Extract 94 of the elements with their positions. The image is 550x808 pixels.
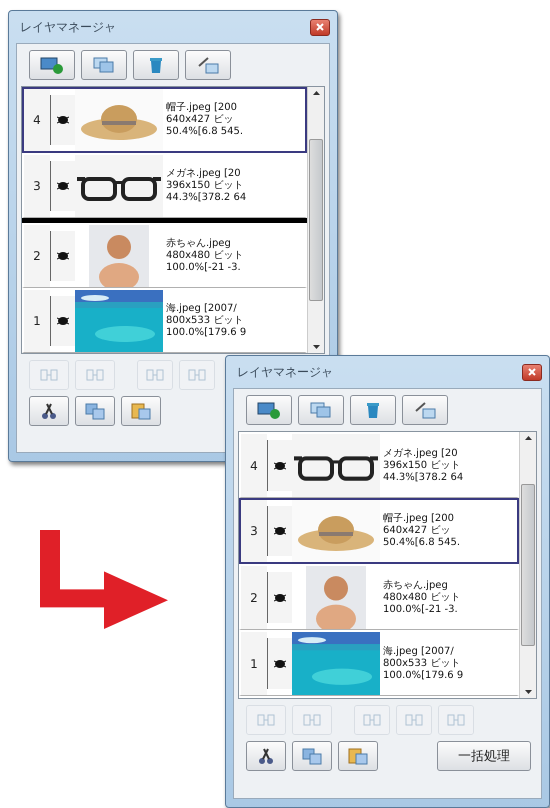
eye-icon[interactable] bbox=[274, 526, 286, 536]
layer-number: 2 bbox=[241, 566, 267, 629]
layer-edit-icon bbox=[187, 367, 207, 383]
toolbar-button[interactable] bbox=[29, 50, 75, 80]
duplicate-icon bbox=[309, 401, 333, 419]
layer-info: 100.0%[-21 -3. bbox=[166, 262, 242, 274]
layer-info: 100.0%[179.6 9 bbox=[166, 327, 246, 339]
eye-icon[interactable] bbox=[274, 460, 286, 470]
wand-icon bbox=[196, 56, 220, 74]
close-icon bbox=[528, 368, 536, 376]
layer-number: 1 bbox=[24, 290, 50, 352]
layer-file-name: 海.jpeg [2007/ bbox=[166, 303, 238, 315]
layer-info: 50.4%[6.8 545. bbox=[166, 126, 244, 138]
layer-size: 800x533 ビット bbox=[383, 658, 462, 670]
layer-info: 100.0%[179.6 9 bbox=[383, 670, 464, 682]
layer-number: 4 bbox=[241, 434, 267, 497]
scroll-down-icon[interactable] bbox=[312, 345, 320, 349]
layer-edit-icon bbox=[404, 712, 424, 728]
toolbar-button[interactable] bbox=[185, 50, 231, 80]
toolbar-button[interactable] bbox=[246, 395, 292, 425]
paste-icon bbox=[130, 402, 152, 420]
add-layer-icon bbox=[257, 401, 281, 419]
layer-file-name: 帽子.jpeg [200 bbox=[383, 513, 455, 525]
window-title: レイヤマネージャ bbox=[236, 364, 333, 380]
layer-edit-icon bbox=[145, 367, 165, 383]
layer-edit-icon bbox=[256, 712, 276, 728]
layer-edit-icon bbox=[446, 712, 466, 728]
layer-file-name: 海.jpeg [2007/ bbox=[383, 646, 455, 658]
layer-row[interactable]: 4 帽子.jpeg [200 640x427 ビッ 50.4%[6.8 545. bbox=[22, 87, 307, 153]
scroll-up-icon[interactable] bbox=[524, 436, 532, 440]
eye-icon[interactable] bbox=[274, 592, 286, 602]
scrollbar[interactable] bbox=[307, 87, 324, 353]
layer-info: 100.0%[-21 -3. bbox=[383, 604, 459, 616]
layer-number: 3 bbox=[241, 500, 267, 562]
layer-file-name: メガネ.jpeg [20 bbox=[383, 448, 459, 460]
clipboard-button[interactable] bbox=[292, 741, 332, 771]
scroll-up-icon[interactable] bbox=[312, 91, 320, 95]
layer-file-name: 赤ちゃん.jpeg bbox=[166, 238, 232, 250]
wand-icon bbox=[413, 401, 437, 419]
layer-info: 44.3%[378.2 64 bbox=[383, 472, 464, 484]
scrollbar[interactable] bbox=[519, 432, 536, 698]
eye-icon[interactable] bbox=[57, 181, 69, 192]
clipboard-button[interactable] bbox=[75, 396, 115, 426]
layer-row[interactable]: 3 帽子.jpeg [200 640x427 ビッ 50.4%[6.8 545. bbox=[239, 498, 519, 564]
layer-size: 800x533 ビット bbox=[166, 315, 244, 327]
layer-number: 1 bbox=[241, 632, 267, 695]
layer-edit-icon bbox=[302, 712, 322, 728]
eye-icon[interactable] bbox=[57, 250, 69, 261]
layer-number: 3 bbox=[24, 155, 50, 218]
layer-file-name: メガネ.jpeg [20 bbox=[166, 168, 242, 180]
duplicate-icon bbox=[92, 56, 116, 74]
layer-size: 640x427 ビッ bbox=[166, 114, 234, 126]
layer-number: 4 bbox=[24, 89, 50, 151]
layer-size: 396x150 ビット bbox=[166, 180, 244, 192]
layer-row[interactable]: 2 赤ちゃん.jpeg 480x480 ビット 100.0%[-21 -3. bbox=[239, 564, 519, 630]
scroll-thumb[interactable] bbox=[521, 484, 535, 646]
layer-row[interactable]: 2 赤ちゃん.jpeg 480x480 ビット 100.0%[-21 -3. bbox=[22, 222, 307, 288]
batch-process-button[interactable]: 一括処理 bbox=[437, 741, 531, 771]
eye-icon[interactable] bbox=[57, 316, 69, 326]
layer-row[interactable]: 3 メガネ.jpeg [20 396x150 ビット 44.3%[378.2 64 bbox=[22, 153, 307, 218]
layer-edit-icon bbox=[362, 712, 382, 728]
copy-icon bbox=[301, 747, 323, 765]
toolbar-button[interactable] bbox=[402, 395, 448, 425]
layer-number: 2 bbox=[24, 224, 50, 287]
clipboard-button[interactable] bbox=[246, 741, 286, 771]
layer-size: 396x150 ビット bbox=[383, 460, 462, 472]
paste-icon bbox=[347, 747, 369, 765]
eye-icon[interactable] bbox=[274, 658, 286, 668]
clipboard-button[interactable] bbox=[338, 741, 378, 771]
clipboard-button[interactable] bbox=[121, 396, 161, 426]
toolbar-button[interactable] bbox=[81, 50, 127, 80]
scroll-down-icon[interactable] bbox=[524, 690, 532, 694]
layer-row[interactable]: 1 海.jpeg [2007/ 800x533 ビット 100.0%[179.6 9 bbox=[22, 288, 307, 354]
layer-size: 480x480 ビット bbox=[383, 592, 460, 604]
clipboard-button[interactable] bbox=[29, 396, 69, 426]
close-icon bbox=[316, 23, 324, 31]
copy-icon bbox=[84, 402, 106, 420]
add-layer-icon bbox=[40, 56, 64, 74]
layer-size: 640x427 ビッ bbox=[383, 525, 452, 537]
layer-size: 480x480 ビット bbox=[166, 250, 244, 262]
eye-icon[interactable] bbox=[57, 115, 69, 125]
window-title: レイヤマネージャ bbox=[19, 18, 116, 36]
layer-file-name: 帽子.jpeg [200 bbox=[166, 102, 238, 114]
layer-row[interactable]: 1 海.jpeg [2007/ 800x533 ビット 100.0%[179.6 9 bbox=[239, 630, 519, 696]
layer-edit-icon bbox=[85, 367, 105, 383]
close-button[interactable] bbox=[522, 364, 542, 380]
layer-row[interactable]: 4 メガネ.jpeg [20 396x150 ビット 44.3%[378.2 64 bbox=[239, 432, 519, 498]
scroll-thumb[interactable] bbox=[309, 139, 323, 301]
layer-info: 44.3%[378.2 64 bbox=[166, 192, 246, 204]
close-button[interactable] bbox=[310, 18, 330, 36]
layer-info: 50.4%[6.8 545. bbox=[383, 537, 460, 549]
layer-edit-icon bbox=[39, 367, 59, 383]
layer-file-name: 赤ちゃん.jpeg bbox=[383, 580, 449, 592]
toolbar-button[interactable] bbox=[298, 395, 344, 425]
